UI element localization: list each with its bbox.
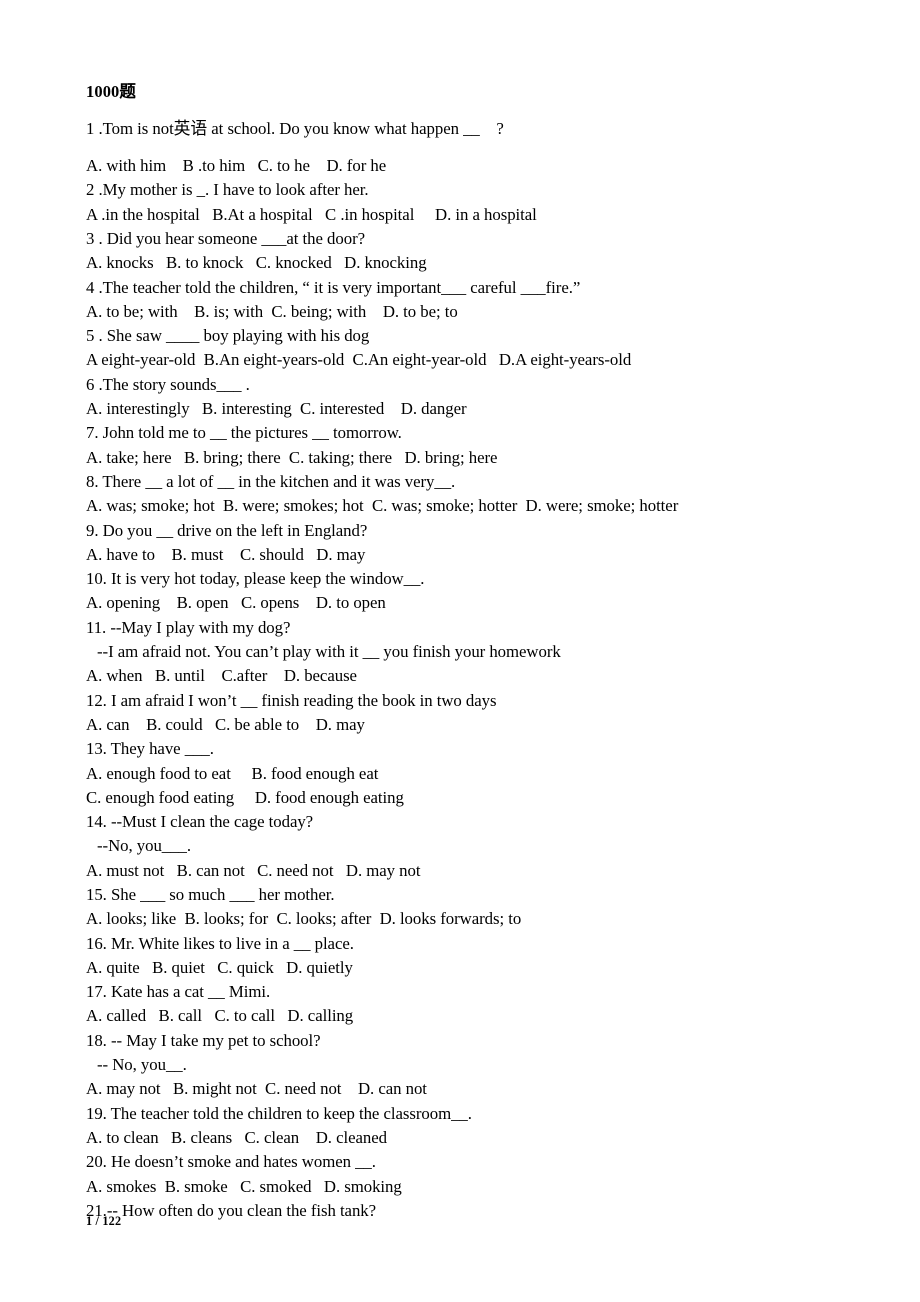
q16-opts: A. quite B. quiet C. quick D. quietly <box>86 957 353 977</box>
q10-opts: A. opening B. open C. opens D. to open <box>86 593 386 613</box>
page-footer: 1 / 122 <box>86 1214 122 1228</box>
q17-stem: 17. Kate has a cat __ Mimi. <box>86 982 271 1002</box>
q2-opts: A .in the hospital B.At a hospital C .in… <box>86 204 537 224</box>
q11-reply: --I am afraid not. You can’t play with i… <box>97 642 561 662</box>
q16-stem: 16. Mr. White likes to live in a __ plac… <box>86 933 354 953</box>
q19-opts: A. to clean B. cleans C. clean D. cleane… <box>86 1127 387 1147</box>
q18-opts: A. may not B. might not C. need not D. c… <box>86 1079 427 1099</box>
q12-stem: 12. I am afraid I won’t __ finish readin… <box>86 690 497 710</box>
q18-stem: 18. -- May I take my pet to school? <box>86 1030 321 1050</box>
q12-opts: A. can B. could C. be able to D. may <box>86 714 365 734</box>
q18-reply: -- No, you__. <box>97 1055 187 1075</box>
document-body: 1000题 1 .Tom is not英语 at school. Do you … <box>86 80 846 1223</box>
q10-stem: 10. It is very hot today, please keep th… <box>86 569 425 589</box>
q14-opts: A. must not B. can not C. need not D. ma… <box>86 860 421 880</box>
q15-stem: 15. She ___ so much ___ her mother. <box>86 885 335 904</box>
q13-stem: 13. They have ___. <box>86 739 214 759</box>
document-page: 1000题 1 .Tom is not英语 at school. Do you … <box>0 0 920 1302</box>
q1-opts: A. with him B .to him C. to he D. for he <box>86 156 387 176</box>
q5-opts: A eight-year-old B.An eight-years-old C.… <box>86 350 632 370</box>
q19-stem: 19. The teacher told the children to kee… <box>86 1103 472 1123</box>
q1-stem: 1 .Tom is not英语 at school. Do you know w… <box>86 119 504 139</box>
q8-opts: A. was; smoke; hot B. were; smokes; hot … <box>86 496 679 516</box>
q8-stem: 8. There __ a lot of __ in the kitchen a… <box>86 471 456 491</box>
question-list: 1 .Tom is not英语 at school. Do you know w… <box>86 117 846 1223</box>
q13-optsab: A. enough food to eat B. food enough eat <box>86 763 379 783</box>
q3-opts: A. knocks B. to knock C. knocked D. knoc… <box>86 253 427 273</box>
q9-opts: A. have to B. must C. should D. may <box>86 544 366 564</box>
q14-reply: --No, you___. <box>97 836 191 856</box>
q15-opts: A. looks; like B. looks; for C. looks; a… <box>86 909 522 929</box>
page-title: 1000题 <box>86 82 136 101</box>
q6-stem: 6 .The story sounds___ . <box>86 374 250 394</box>
q2-stem: 2 .My mother is _. I have to look after … <box>86 180 369 200</box>
q4-opts: A. to be; with B. is; with C. being; wit… <box>86 301 458 321</box>
q13-optscd: C. enough food eating D. food enough eat… <box>86 787 404 807</box>
q20-opts: A. smokes B. smoke C. smoked D. smoking <box>86 1176 402 1196</box>
q7-stem: 7. John told me to __ the pictures __ to… <box>86 423 402 443</box>
q14-stem: 14. --Must I clean the cage today? <box>86 812 314 832</box>
q11-opts: A. when B. until C.after D. because <box>86 666 357 686</box>
q9-stem: 9. Do you __ drive on the left in Englan… <box>86 520 368 540</box>
q7-opts: A. take; here B. bring; there C. taking;… <box>86 447 498 467</box>
q21-stem: 21.-- How often do you clean the fish ta… <box>86 1200 377 1220</box>
q4-stem: 4 .The teacher told the children, “ it i… <box>86 277 581 297</box>
q20-stem: 20. He doesn’t smoke and hates women __. <box>86 1152 376 1172</box>
q5-stem: 5 . She saw ____ boy playing with his do… <box>86 326 370 346</box>
q6-opts: A. interestingly B. interesting C. inter… <box>86 399 467 419</box>
q3-stem: 3 . Did you hear someone ___at the door? <box>86 228 366 248</box>
q17-opts: A. called B. call C. to call D. calling <box>86 1006 354 1026</box>
q11-stem: 11. --May I play with my dog? <box>86 617 291 637</box>
